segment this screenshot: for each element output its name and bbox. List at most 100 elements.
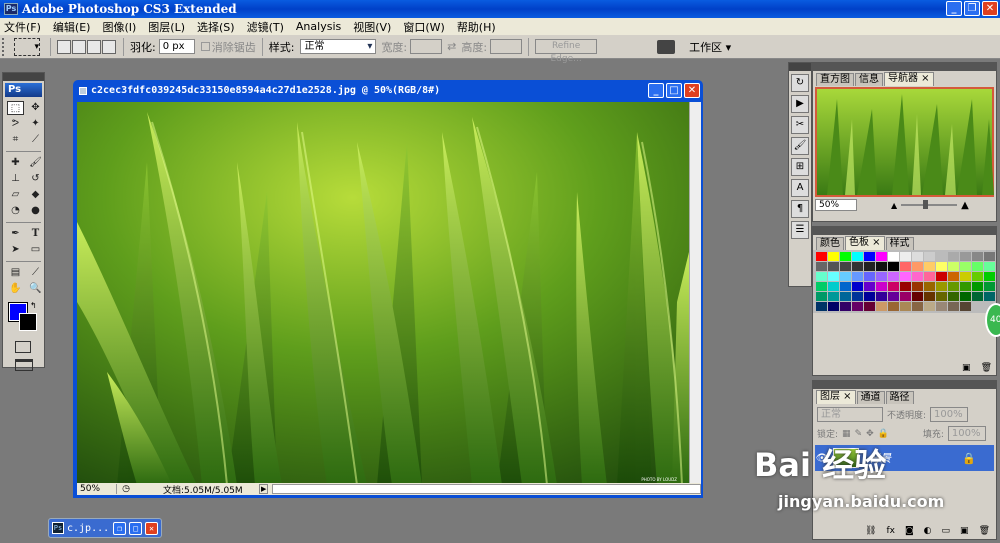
clone-source-icon[interactable]: ⊞ xyxy=(791,158,809,176)
magic-wand-tool-icon[interactable]: ✦ xyxy=(27,117,44,131)
doc-close-button[interactable]: ✕ xyxy=(684,83,700,98)
status-menu-arrow-icon[interactable]: ▶ xyxy=(259,484,269,494)
restore-button[interactable]: ❐ xyxy=(964,1,980,16)
color-swatch[interactable] xyxy=(876,252,887,261)
color-swatch[interactable] xyxy=(948,262,959,271)
color-swatch[interactable] xyxy=(924,302,935,311)
lock-image-icon[interactable]: ✎ xyxy=(855,429,863,439)
zoom-tool-icon[interactable]: 🔍 xyxy=(27,282,44,296)
tab-layers[interactable]: 图层 × xyxy=(816,390,856,404)
menu-select[interactable]: 选择(S) xyxy=(197,19,235,35)
minimized-document[interactable]: Ps c.jp... ❐ □ ✕ xyxy=(48,518,162,538)
color-swatch[interactable] xyxy=(828,272,839,281)
menu-help[interactable]: 帮助(H) xyxy=(457,19,496,35)
document-titlebar[interactable]: c2cec3fdfc039245dc33150e8594a4c27d1e2528… xyxy=(75,82,701,100)
dock-header[interactable] xyxy=(789,63,811,71)
minimize-button[interactable]: _ xyxy=(946,1,962,16)
color-swatch[interactable] xyxy=(936,252,947,261)
doc-maximize-button[interactable]: □ xyxy=(666,83,682,98)
path-selection-icon[interactable]: ➤ xyxy=(7,243,24,257)
color-swatch[interactable] xyxy=(972,252,983,261)
opacity-input[interactable]: 100% xyxy=(930,407,969,422)
color-swatch[interactable] xyxy=(852,262,863,271)
menu-image[interactable]: 图像(I) xyxy=(102,19,136,35)
color-swatch[interactable] xyxy=(912,302,923,311)
zoom-slider-thumb[interactable] xyxy=(923,200,929,209)
floating-badge[interactable]: 40 xyxy=(985,303,1000,337)
color-swatch[interactable] xyxy=(972,292,983,301)
color-swatch[interactable] xyxy=(816,282,827,291)
color-swatch[interactable] xyxy=(912,262,923,271)
tab-swatches[interactable]: 色板 × xyxy=(845,236,885,250)
width-input[interactable] xyxy=(410,39,443,54)
refine-edge-button[interactable]: Refine Edge... xyxy=(535,39,598,64)
color-swatch[interactable] xyxy=(900,282,911,291)
color-swatch[interactable] xyxy=(924,252,935,261)
color-swatch[interactable] xyxy=(864,282,875,291)
swap-icon[interactable]: ⇄ xyxy=(447,40,456,53)
navigator-preview[interactable] xyxy=(815,87,994,197)
horizontal-scrollbar[interactable] xyxy=(272,484,701,494)
color-swatch[interactable] xyxy=(924,292,935,301)
color-swatch[interactable] xyxy=(888,292,899,301)
shape-tool-icon[interactable]: ▭ xyxy=(27,243,44,257)
color-swatch[interactable] xyxy=(864,262,875,271)
subtract-selection-icon[interactable] xyxy=(87,39,101,54)
menu-file[interactable]: 文件(F) xyxy=(4,19,41,35)
tab-histogram[interactable]: 直方图 xyxy=(816,73,854,86)
color-swatch[interactable] xyxy=(816,302,827,311)
panel-header[interactable] xyxy=(3,73,44,81)
clone-stamp-icon[interactable]: ⊥ xyxy=(7,172,24,186)
restore-doc-button[interactable]: ❐ xyxy=(113,521,126,535)
tab-navigator[interactable]: 导航器 × xyxy=(884,72,934,86)
color-swatch[interactable] xyxy=(864,272,875,281)
panel-header[interactable] xyxy=(813,381,996,389)
lock-position-icon[interactable]: ✥ xyxy=(866,429,874,439)
color-swatch[interactable] xyxy=(900,292,911,301)
color-swatch[interactable] xyxy=(900,302,911,311)
color-swatch[interactable] xyxy=(948,252,959,261)
background-color-swatch[interactable] xyxy=(19,313,37,331)
menu-layer[interactable]: 图层(L) xyxy=(148,19,185,35)
marquee-preset-icon[interactable]: ▾ xyxy=(14,37,40,56)
color-swatch[interactable] xyxy=(840,272,851,281)
color-swatch[interactable] xyxy=(924,272,935,281)
color-swatch[interactable] xyxy=(960,282,971,291)
tab-info[interactable]: 信息 xyxy=(855,73,883,86)
brushes-icon[interactable]: 🖌 xyxy=(791,137,809,155)
type-tool-icon[interactable]: T xyxy=(27,227,44,241)
layer-comps-icon[interactable]: ☰ xyxy=(791,221,809,239)
zoom-slider[interactable] xyxy=(901,200,958,209)
color-swatch[interactable] xyxy=(816,292,827,301)
maximize-doc-button[interactable]: □ xyxy=(129,521,142,535)
color-swatch[interactable] xyxy=(948,272,959,281)
color-swatch[interactable] xyxy=(888,272,899,281)
color-swatch[interactable] xyxy=(900,262,911,271)
lock-transparent-icon[interactable]: ▦ xyxy=(842,429,851,439)
color-swatch[interactable] xyxy=(888,282,899,291)
new-selection-icon[interactable] xyxy=(57,39,71,54)
color-swatch[interactable] xyxy=(960,272,971,281)
color-swatch[interactable] xyxy=(948,302,959,311)
zoom-in-icon[interactable]: ▲ xyxy=(961,200,969,211)
color-swatch[interactable] xyxy=(864,292,875,301)
color-swatch[interactable] xyxy=(936,262,947,271)
color-swatch[interactable] xyxy=(852,282,863,291)
fill-input[interactable]: 100% xyxy=(947,426,986,441)
notes-tool-icon[interactable]: ▤ xyxy=(7,266,24,280)
color-swatch[interactable] xyxy=(888,302,899,311)
color-swatch[interactable] xyxy=(972,262,983,271)
eyedropper-tool-icon[interactable]: ⟋ xyxy=(27,266,44,280)
zoom-field[interactable]: 50% xyxy=(77,484,117,494)
menu-edit[interactable]: 编辑(E) xyxy=(53,19,91,35)
menu-view[interactable]: 视图(V) xyxy=(353,19,391,35)
move-tool-icon[interactable]: ✥ xyxy=(27,101,44,115)
screen-mode-icon[interactable] xyxy=(15,359,33,371)
blend-mode-select[interactable]: 正常 xyxy=(817,407,883,422)
color-swatch[interactable] xyxy=(876,292,887,301)
pen-tool-icon[interactable]: ✒ xyxy=(7,227,24,241)
color-swatch[interactable] xyxy=(852,252,863,261)
color-swatch[interactable] xyxy=(912,282,923,291)
height-input[interactable] xyxy=(490,39,523,54)
new-swatch-icon[interactable]: ▣ xyxy=(962,363,971,373)
